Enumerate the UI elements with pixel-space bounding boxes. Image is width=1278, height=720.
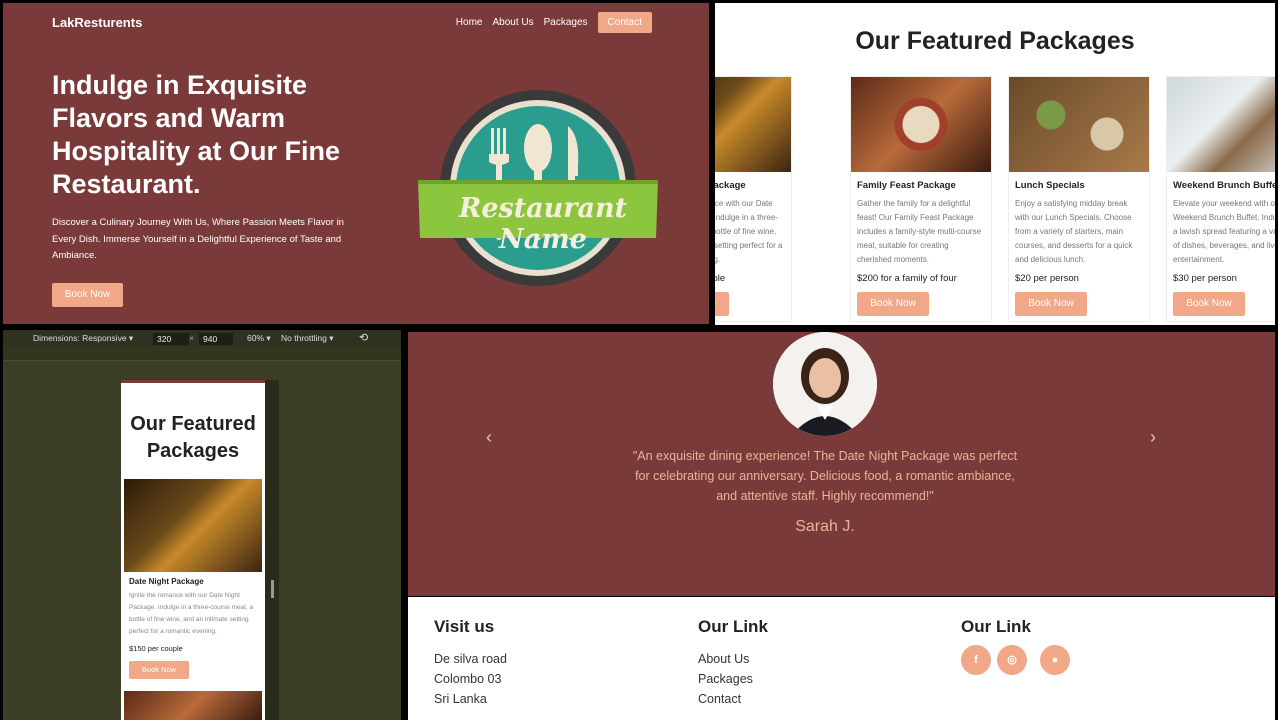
height-input[interactable]: 940 [199,333,233,345]
footer-links-title: Our Link [698,617,768,636]
reviewer-avatar [773,332,877,436]
footer-visit-column: Visit us De silva road Colombo 03 Sri La… [434,617,507,709]
instagram-icon[interactable]: ◎ [997,645,1027,675]
featured-title: Our Featured Packages [855,27,1135,55]
facebook-icon[interactable]: f [961,645,991,675]
main-nav: Home About Us Packages Contact [456,12,652,33]
footer-social-title: Our Link [961,617,1031,636]
mobile-card-price: $150 per couple [129,644,183,653]
zoom-select[interactable]: 60% ▾ [247,333,271,344]
card-price: $150 per couple [715,273,726,284]
card-price: $200 for a family of four [857,273,957,284]
card-description: Enjoy a satisfying midday break with our… [1015,199,1133,264]
card-description: Gather the family for a delightful feast… [857,199,982,264]
resize-handle[interactable] [271,580,274,598]
mobile-viewport[interactable]: Our Featured Packages Date Night Package… [121,380,265,720]
mobile-family-feast-image [124,691,262,720]
nav-packages[interactable]: Packages [544,17,588,28]
package-card-date-night: Date Night Package Ignite the romance wi… [715,76,792,322]
footer-social-column: Our Link [961,617,1031,649]
card-title: Lunch Specials [1015,180,1085,191]
devtools-responsive-preview: Dimensions: Responsive ▾ 320 × 940 60% ▾… [3,330,401,720]
lunch-specials-image [1009,77,1149,172]
hero-section: LakResturents Home About Us Packages Con… [3,3,709,324]
devtools-ruler [3,347,401,361]
logo-banner-text: Restaurant Name [458,193,628,255]
carousel-next-button[interactable]: › [1150,427,1156,448]
testimonial-quote: "An exquisite dining experience! The Dat… [632,449,1018,503]
viewport-resize-gutter [265,380,279,720]
brand-logo-text[interactable]: LakResturents [52,15,142,30]
throttling-select[interactable]: No throttling ▾ [281,333,333,344]
package-card-weekend-brunch: Weekend Brunch Buffet Elevate your weeke… [1166,76,1275,322]
date-night-image [715,77,791,172]
address-line: De silva road [434,652,507,666]
book-now-button[interactable]: Book Now [1015,292,1087,316]
dimensions-select[interactable]: Dimensions: Responsive ▾ [33,333,133,344]
nav-home[interactable]: Home [456,17,483,28]
package-card-lunch-specials: Lunch Specials Enjoy a satisfying midday… [1008,76,1150,322]
footer-link-packages[interactable]: Packages [698,669,768,689]
nav-about-us[interactable]: About Us [492,17,533,28]
card-description: Elevate your weekend with our Weekend Br… [1173,199,1275,264]
hero-book-now-button[interactable]: Book Now [52,283,123,307]
book-now-button[interactable]: Book Now [1173,292,1245,316]
width-input[interactable]: 320 [153,333,189,345]
book-now-button[interactable]: Book Now [857,292,929,316]
carousel-prev-button[interactable]: ‹ [486,427,492,448]
footer-link-contact[interactable]: Contact [698,689,768,709]
footer-links-column: Our Link About Us Packages Contact [698,617,768,709]
address-line: Colombo 03 [434,672,502,686]
github-icon[interactable]: ● [1040,645,1070,675]
card-description: Ignite the romance with our Date Night P… [715,199,783,264]
family-feast-image [851,77,991,172]
featured-packages-section: Our Featured Packages Date Night Package… [715,3,1275,325]
devtools-toolbar: Dimensions: Responsive ▾ 320 × 940 60% ▾… [3,330,401,347]
mobile-card-description: Ignite the romance with our Date Night P… [129,592,253,635]
card-price: $30 per person [1173,273,1237,284]
package-card-family-feast: Family Feast Package Gather the family f… [850,76,992,322]
testimonial-section: ‹ › "An exquisite dining experience! The… [408,332,1275,596]
book-now-button[interactable]: Book Now [715,292,729,316]
card-price: $20 per person [1015,273,1079,284]
card-title: Weekend Brunch Buffet [1173,180,1275,191]
hero-title: Indulge in Exquisite Flavors and Warm Ho… [52,70,341,199]
hero-subtitle: Discover a Culinary Journey With Us, Whe… [52,217,344,261]
rotate-icon[interactable]: ⟲ [359,331,368,344]
testimonial-author: Sarah J. [795,518,855,535]
times-label: × [189,333,194,343]
mobile-featured-title: Our Featured Packages [130,413,256,462]
mobile-book-now-button[interactable]: Book Now [129,661,189,679]
card-title: Date Night Package [715,180,746,191]
weekend-brunch-image [1167,77,1275,172]
address-line: Sri Lanka [434,692,487,706]
footer-link-about-us[interactable]: About Us [698,649,768,669]
site-footer: Visit us De silva road Colombo 03 Sri La… [408,597,1275,720]
card-title: Family Feast Package [857,180,956,191]
mobile-date-night-image [124,479,262,572]
restaurant-logo [418,90,658,286]
mobile-card-title: Date Night Package [129,577,204,586]
nav-contact-button[interactable]: Contact [597,12,652,33]
footer-visit-title: Visit us [434,617,495,636]
